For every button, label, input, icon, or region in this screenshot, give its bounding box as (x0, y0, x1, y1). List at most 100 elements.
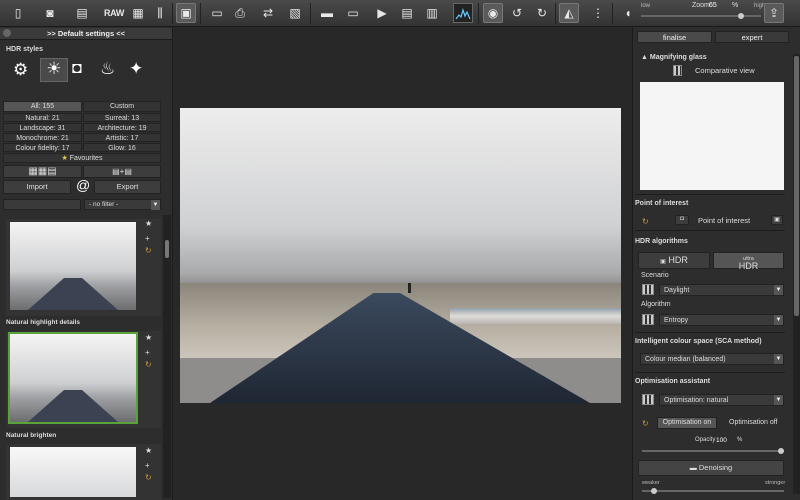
add-preset-icon[interactable]: ▤+▤ (83, 165, 161, 178)
add-icon[interactable]: + (145, 461, 150, 470)
mirror-icon[interactable]: ◭ (559, 3, 579, 23)
search-input[interactable] (3, 199, 81, 210)
export-button[interactable]: Export (94, 180, 161, 194)
optimisation-on-button[interactable]: Optimisation on (657, 417, 717, 429)
zoom-slider-knob[interactable] (738, 13, 744, 19)
colour-space-select[interactable]: Colour median (balanced) ▼ (640, 353, 784, 365)
brightness-toggle-icon[interactable]: ◖ (618, 3, 638, 23)
document-export-icon[interactable]: ▧ (285, 3, 305, 23)
compare-toggle-icon[interactable] (673, 65, 682, 76)
hdr-styles-heading: HDR styles (6, 46, 43, 53)
presets-scrollbar[interactable] (163, 215, 171, 498)
opacity-value[interactable]: 100 (716, 437, 727, 444)
comparative-view-label[interactable]: Comparative view (695, 66, 755, 75)
histogram-icon[interactable] (453, 3, 473, 23)
preset-thumbnail-selected[interactable] (8, 332, 138, 424)
play-icon[interactable]: ▶ (372, 3, 392, 23)
styles-panel: >> Default settings << HDR styles ⚙ ☀ ◘ … (0, 27, 173, 500)
poi-target-icon[interactable]: ◘ (675, 215, 689, 225)
opacity-slider-knob[interactable] (778, 448, 784, 454)
print-icon[interactable]: ⎙ (230, 3, 250, 23)
scenario-select[interactable]: Daylight ▼ (659, 284, 784, 296)
monitor-icon[interactable]: ▬ (317, 3, 337, 23)
camera-style-icon[interactable]: ◘ (72, 60, 82, 78)
palette-style-icon[interactable]: ♨ (100, 59, 115, 79)
filter-select[interactable]: - no filter - ▼ (84, 199, 161, 210)
expand-icon[interactable]: ⇪ (764, 3, 784, 23)
preset-card[interactable] (6, 219, 161, 316)
zoom-value[interactable]: 65 (709, 2, 717, 9)
favourites-button[interactable]: ★ Favourites (3, 153, 161, 163)
ultra-hdr-button[interactable]: ultra HDR (713, 252, 784, 271)
natural-style-icon[interactable]: ⚙ (13, 60, 28, 80)
import-button[interactable]: Import (3, 180, 71, 194)
export-icon[interactable]: ⇄ (258, 3, 278, 23)
style-artistic[interactable]: Artistic: 17 (83, 133, 161, 142)
style-monochrome[interactable]: Monochrome: 21 (3, 133, 82, 142)
style-architecture[interactable]: Architecture: 19 (83, 123, 161, 132)
scenario-value: Daylight (664, 287, 690, 294)
batch-icon[interactable]: ▣ (176, 3, 196, 23)
preset-card[interactable] (6, 331, 161, 428)
poi-button[interactable]: Point of interest (698, 216, 750, 225)
hdr-algorithm-button[interactable]: ▣ HDR (638, 252, 710, 269)
reset-optimisation-icon[interactable]: ↻ (642, 419, 649, 428)
star-icon: ★ (61, 155, 68, 162)
style-surreal[interactable]: Surreal: 13 (83, 113, 161, 122)
optimisation-select[interactable]: Optimisation: natural ▼ (659, 394, 784, 406)
compare-icon[interactable]: ▤ (397, 3, 417, 23)
preset-card[interactable] (6, 444, 161, 500)
optimisation-off-button[interactable]: Optimisation off (729, 419, 778, 426)
open-image-icon[interactable]: ◙ (40, 3, 60, 23)
refresh-icon[interactable]: ↻ (145, 360, 152, 369)
poi-options-icon[interactable]: ▣ (771, 215, 783, 225)
style-colour-fidelity[interactable]: Colour fidelity: 17 (3, 143, 82, 152)
favourite-star-icon[interactable]: ★ (145, 446, 152, 455)
main-preview-image[interactable] (180, 108, 621, 403)
new-document-icon[interactable]: ▯ (8, 3, 28, 23)
web-at-icon[interactable]: @ (76, 177, 90, 193)
style-natural[interactable]: Natural: 21 (3, 113, 82, 122)
magnifying-glass-heading[interactable]: ▲ Magnifying glass (635, 54, 785, 61)
preset-thumbnail[interactable] (10, 447, 136, 497)
denoising-slider[interactable] (642, 490, 784, 492)
magnifier-preview[interactable] (640, 82, 784, 190)
algorithm-select[interactable]: Entropy ▼ (659, 314, 784, 326)
tab-finalise[interactable]: finalise (637, 31, 712, 43)
opacity-slider[interactable] (642, 450, 784, 452)
refresh-icon[interactable]: ↻ (145, 246, 152, 255)
save-icon[interactable]: ▭ (207, 3, 227, 23)
denoising-button[interactable]: ▬ Denoising (638, 460, 784, 476)
slideshow-icon[interactable]: ▭ (343, 3, 363, 23)
refresh-icon[interactable]: ↻ (145, 473, 152, 482)
style-custom[interactable]: Custom (83, 101, 161, 112)
zoom-label: Zoom (692, 2, 710, 9)
tab-expert[interactable]: expert (715, 31, 789, 43)
save-preset-icon[interactable]: ▦▦▤ (3, 165, 82, 178)
favourite-star-icon[interactable]: ★ (145, 333, 152, 342)
brightness-style-icon[interactable]: ☀ (40, 58, 68, 82)
preset-thumbnail[interactable] (10, 222, 136, 310)
settings-toggle-icon[interactable] (3, 29, 11, 37)
filter-value: - no filter - (89, 201, 119, 208)
settings-scrollbar[interactable] (793, 54, 800, 494)
rotate-right-icon[interactable]: ↻ (532, 3, 552, 23)
reset-poi-icon[interactable]: ↻ (642, 217, 649, 226)
align-icon[interactable]: ⋮ (588, 3, 608, 23)
add-icon[interactable]: + (145, 234, 150, 243)
eye-icon[interactable]: ◉ (483, 3, 503, 23)
favourite-star-icon[interactable]: ★ (145, 219, 152, 228)
raw-button[interactable]: RAW (103, 3, 125, 23)
sparkle-style-icon[interactable]: ✦ (129, 59, 143, 79)
denoising-slider-knob[interactable] (651, 488, 657, 494)
rotate-left-icon[interactable]: ↺ (507, 3, 527, 23)
default-settings-header[interactable]: >> Default settings << (0, 28, 172, 40)
stack-icon[interactable]: ▤ (72, 3, 92, 23)
style-all[interactable]: All: 155 (3, 101, 82, 112)
images-icon[interactable]: ▦ (128, 3, 148, 23)
style-glow[interactable]: Glow: 16 (83, 143, 161, 152)
info-panel-icon[interactable]: ▥ (422, 3, 442, 23)
style-landscape[interactable]: Landscape: 31 (3, 123, 82, 132)
sliders-icon[interactable]: ⫼ (150, 3, 170, 23)
add-icon[interactable]: + (145, 348, 150, 357)
